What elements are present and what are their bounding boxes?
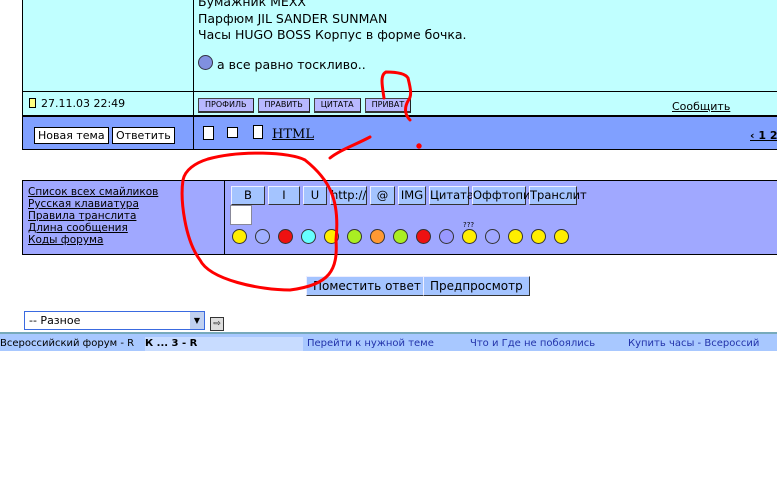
red-annotation-scribbles [180,70,422,292]
